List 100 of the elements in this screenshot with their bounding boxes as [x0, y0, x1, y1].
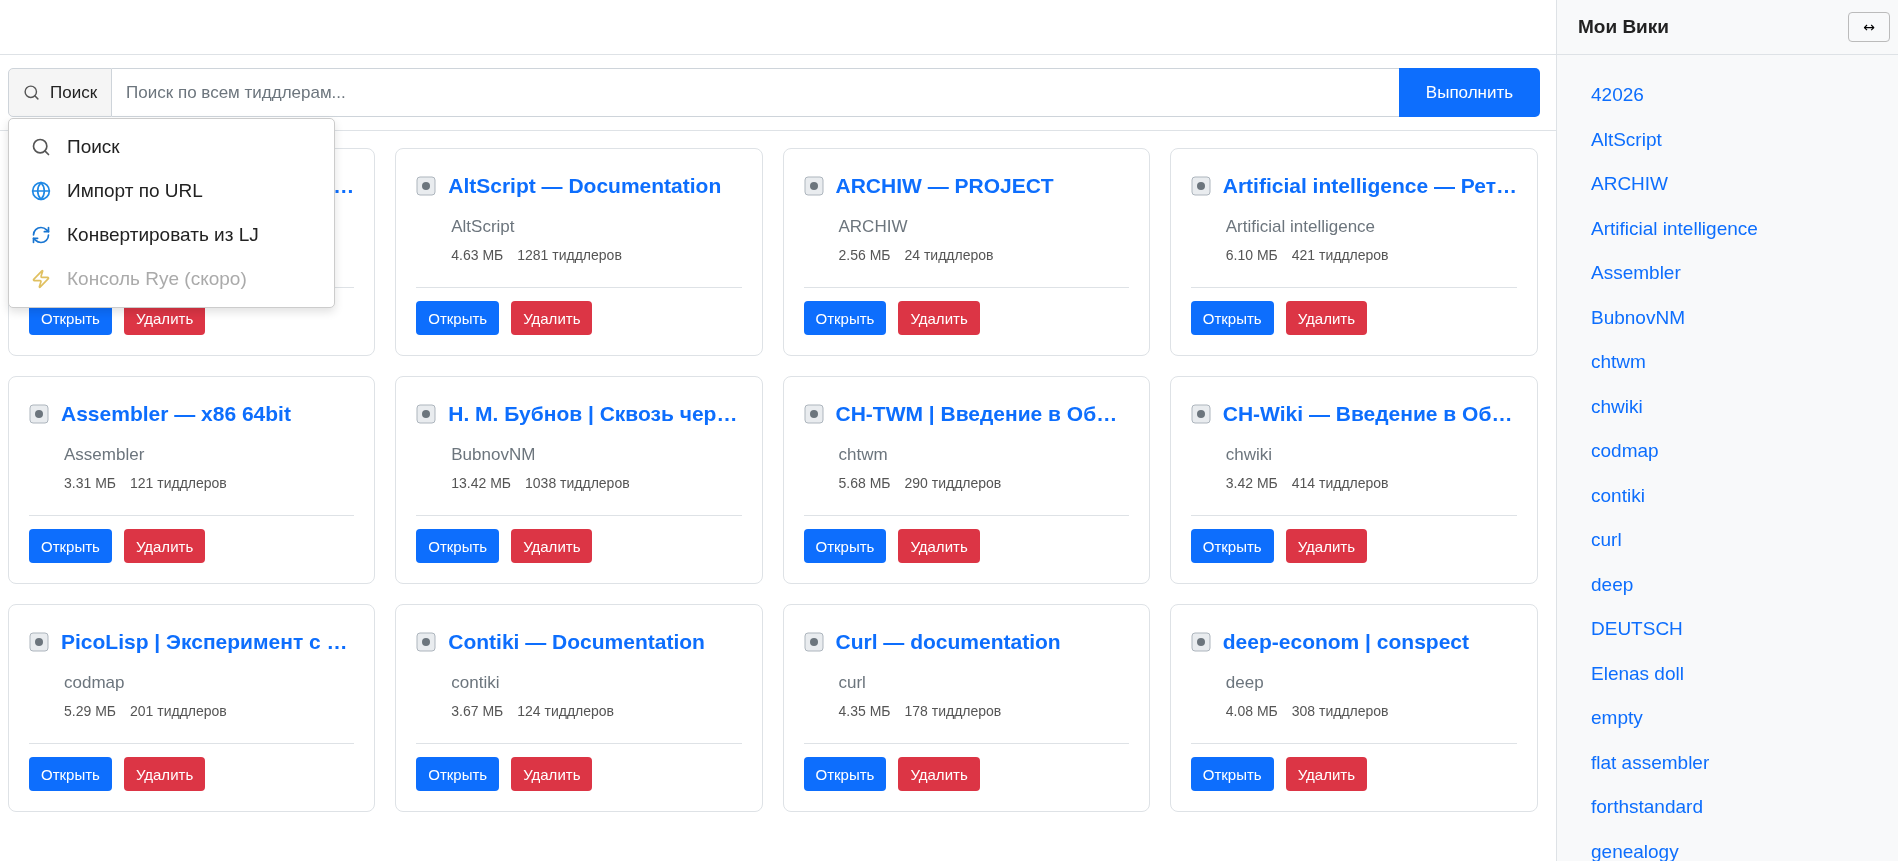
- search-field[interactable]: Поиск по всем тиддлерам...: [112, 68, 1399, 117]
- wiki-title-link[interactable]: Assembler — x86 64bit: [61, 402, 291, 426]
- wiki-link[interactable]: deep: [1591, 562, 1898, 607]
- wiki-name: BubnovNM: [451, 445, 537, 465]
- open-button[interactable]: Открыть: [803, 301, 887, 335]
- site-logo-icon: [29, 632, 49, 652]
- wiki-link[interactable]: genealogy: [1591, 829, 1898, 861]
- delete-button[interactable]: Удалить: [1285, 757, 1367, 791]
- open-button[interactable]: Открыть: [29, 529, 112, 563]
- wiki-title-link[interactable]: ARCHIW — PROJECT: [835, 174, 1054, 198]
- tiddler-count: 1281 тиддлеров: [517, 247, 622, 263]
- wiki-size: 3.31 МБ: [64, 475, 116, 491]
- search-icon: [31, 137, 51, 157]
- site-logo-icon: [1190, 176, 1211, 196]
- open-button[interactable]: Открыть: [416, 757, 500, 791]
- wiki-size: 4.08 МБ: [1225, 703, 1278, 719]
- wiki-title-link[interactable]: Curl — documentation: [835, 630, 1061, 654]
- wiki-size: 2.56 МБ: [838, 247, 891, 263]
- wiki-name: codmap: [64, 673, 126, 693]
- menu-item[interactable]: Поиск: [9, 125, 334, 169]
- wiki-link[interactable]: chwiki: [1591, 384, 1898, 429]
- wiki-name: contiki: [451, 673, 501, 693]
- open-button[interactable]: Открыть: [416, 529, 500, 563]
- open-button[interactable]: Открыть: [803, 757, 887, 791]
- wiki-size: 4.63 МБ: [451, 247, 504, 263]
- wiki-name: deep: [1225, 673, 1265, 693]
- wiki-title-link[interactable]: Н. М. Бубнов | Сквозь чер…: [448, 402, 738, 426]
- wiki-name: chwiki: [1225, 445, 1274, 465]
- site-logo-icon: [29, 404, 49, 424]
- wiki-title-link[interactable]: AltScript — Documentation: [448, 174, 722, 198]
- wiki-name: curl: [838, 673, 867, 693]
- delete-button[interactable]: Удалить: [123, 757, 206, 791]
- wiki-name: AltScript: [451, 217, 516, 237]
- delete-button[interactable]: Удалить: [1285, 301, 1367, 335]
- wiki-title-link[interactable]: CH-Wiki — Введение в Об…: [1222, 402, 1513, 426]
- search-icon: [23, 84, 40, 101]
- tiddler-count: 201 тиддлеров: [130, 703, 227, 719]
- wiki-title-link[interactable]: PicoLisp | Эксперимент с …: [61, 630, 348, 654]
- globe-icon: [31, 181, 51, 201]
- wiki-title-link[interactable]: CH-TWM | Введение в Об…: [835, 402, 1118, 426]
- wiki-link[interactable]: ARCHIW: [1591, 162, 1898, 207]
- wiki-link[interactable]: empty: [1591, 696, 1898, 741]
- wiki-link[interactable]: Artificial intelligence: [1591, 206, 1898, 251]
- open-button[interactable]: Открыть: [1190, 757, 1274, 791]
- search-mode-button[interactable]: Поиск: [8, 68, 113, 117]
- wiki-title-link[interactable]: Artificial intelligence — Рет…: [1222, 174, 1517, 198]
- wiki-link[interactable]: DEUTSCH: [1591, 607, 1898, 652]
- tiddler-count: 1038 тиддлеров: [525, 475, 630, 491]
- open-button[interactable]: Открыть: [803, 529, 887, 563]
- sidebar-title: Мои Вики: [1578, 16, 1669, 38]
- wiki-link[interactable]: 42026: [1591, 73, 1898, 118]
- delete-button[interactable]: Удалить: [511, 301, 593, 335]
- wiki-name: Assembler: [64, 445, 146, 465]
- wiki-link[interactable]: AltScript: [1591, 117, 1898, 162]
- delete-button[interactable]: Удалить: [123, 529, 206, 563]
- tiddler-count: 178 тиддлеров: [904, 703, 1002, 719]
- wiki-title-link[interactable]: deep-econom | conspect: [1222, 630, 1470, 654]
- wiki-link[interactable]: flat assembler: [1591, 740, 1898, 785]
- delete-button[interactable]: Удалить: [511, 757, 593, 791]
- menu-item[interactable]: Импорт по URL: [9, 169, 334, 213]
- delete-button[interactable]: Удалить: [511, 529, 593, 563]
- wiki-size: 4.35 МБ: [838, 703, 891, 719]
- wiki-link[interactable]: curl: [1591, 518, 1898, 563]
- open-button[interactable]: Открыть: [416, 301, 500, 335]
- open-button[interactable]: Открыть: [1190, 529, 1274, 563]
- site-logo-icon: [803, 176, 824, 196]
- delete-button[interactable]: Удалить: [1285, 529, 1367, 563]
- wiki-title-link[interactable]: …: [333, 174, 355, 198]
- wiki-size: 6.10 МБ: [1225, 247, 1278, 263]
- wiki-link[interactable]: Elenas doll: [1591, 651, 1898, 696]
- wiki-title-link[interactable]: Contiki — Documentation: [448, 630, 705, 654]
- wiki-link[interactable]: Assembler: [1591, 251, 1898, 296]
- wiki-link[interactable]: BubnovNM: [1591, 295, 1898, 340]
- site-logo-icon: [803, 632, 824, 652]
- wiki-link[interactable]: forthstandard: [1591, 785, 1898, 830]
- tiddler-count: 290 тиддлеров: [904, 475, 1002, 491]
- wiki-link[interactable]: codmap: [1591, 429, 1898, 474]
- open-button[interactable]: Открыть: [29, 757, 112, 791]
- submit-button[interactable]: Выполнить: [1399, 68, 1540, 117]
- menu-item[interactable]: Конвертировать из LJ: [9, 213, 334, 257]
- tiddler-count: 121 тиддлеров: [130, 475, 227, 491]
- wiki-link[interactable]: contiki: [1591, 473, 1898, 518]
- open-button[interactable]: Открыть: [1190, 301, 1274, 335]
- arrows-cycle-icon: [31, 225, 51, 245]
- site-logo-icon: [416, 404, 437, 424]
- tiddler-count: 414 тиддлеров: [1291, 475, 1389, 491]
- wiki-size: 5.29 МБ: [64, 703, 116, 719]
- wiki-name: Artificial intelligence: [1225, 217, 1377, 237]
- delete-button[interactable]: Удалить: [898, 757, 980, 791]
- toggle-width-button[interactable]: ↔: [1848, 12, 1890, 42]
- lightning-icon: [31, 269, 51, 289]
- delete-button[interactable]: Удалить: [898, 529, 980, 563]
- delete-button[interactable]: Удалить: [898, 301, 980, 335]
- wiki-size: 5.68 МБ: [838, 475, 891, 491]
- wiki-size: 3.67 МБ: [451, 703, 504, 719]
- site-logo-icon: [416, 176, 437, 196]
- tiddler-count: 124 тиддлеров: [517, 703, 615, 719]
- site-logo-icon: [1190, 404, 1211, 424]
- wiki-link[interactable]: chtwm: [1591, 340, 1898, 385]
- tiddler-count: 308 тиддлеров: [1291, 703, 1389, 719]
